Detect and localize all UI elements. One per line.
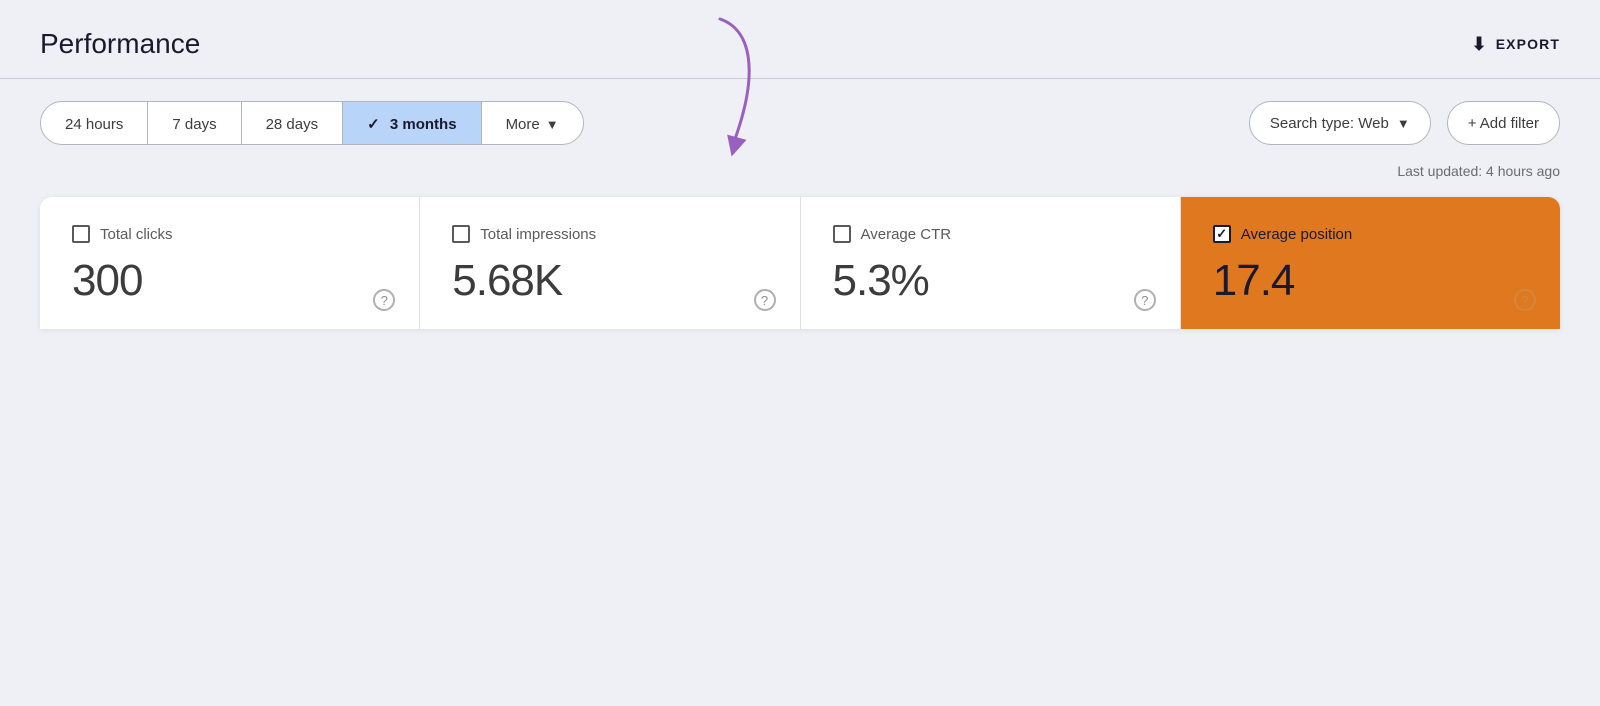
metric-value-clicks: 300 xyxy=(72,257,387,305)
metric-label-position: Average position xyxy=(1241,226,1352,243)
export-icon: ⬇ xyxy=(1472,34,1488,55)
time-btn-24h[interactable]: 24 hours xyxy=(41,102,148,145)
export-button[interactable]: ⬇ EXPORT xyxy=(1472,34,1561,55)
checkbox-average-ctr[interactable] xyxy=(833,225,851,243)
metric-value-ctr: 5.3% xyxy=(833,257,1148,305)
metric-card-average-position: Average position 17.4 ? xyxy=(1181,197,1560,329)
header: Performance ⬇ EXPORT xyxy=(0,0,1600,78)
time-btn-7d[interactable]: 7 days xyxy=(148,102,241,145)
page-title: Performance xyxy=(40,28,200,60)
export-label: EXPORT xyxy=(1496,36,1560,52)
search-type-button[interactable]: Search type: Web ▼ xyxy=(1249,101,1431,145)
chevron-down-icon: ▼ xyxy=(546,117,559,132)
chevron-down-icon: ▼ xyxy=(1397,116,1410,131)
metrics-row: Total clicks 300 ? Total impressions 5.6… xyxy=(40,197,1560,329)
add-filter-button[interactable]: + Add filter xyxy=(1447,101,1560,145)
time-btn-more[interactable]: More ▼ xyxy=(482,102,583,145)
metric-value-position: 17.4 xyxy=(1213,257,1528,305)
metric-value-impressions: 5.68K xyxy=(452,257,767,305)
time-filter-group: 24 hours 7 days 28 days ✓ 3 months More … xyxy=(40,101,584,145)
filters-row: 24 hours 7 days 28 days ✓ 3 months More … xyxy=(0,79,1600,163)
help-icon-clicks[interactable]: ? xyxy=(373,289,395,311)
metric-header-position: Average position xyxy=(1213,225,1528,243)
help-icon-impressions[interactable]: ? xyxy=(754,289,776,311)
metric-label-ctr: Average CTR xyxy=(861,226,952,243)
help-icon-position[interactable]: ? xyxy=(1514,289,1536,311)
metric-label-impressions: Total impressions xyxy=(480,226,596,243)
metric-header-ctr: Average CTR xyxy=(833,225,1148,243)
time-btn-3m[interactable]: ✓ 3 months xyxy=(343,102,481,145)
help-icon-ctr[interactable]: ? xyxy=(1134,289,1156,311)
checkbox-total-impressions[interactable] xyxy=(452,225,470,243)
checkbox-total-clicks[interactable] xyxy=(72,225,90,243)
metric-label-clicks: Total clicks xyxy=(100,226,173,243)
time-btn-28d[interactable]: 28 days xyxy=(242,102,344,145)
filters-section: 24 hours 7 days 28 days ✓ 3 months More … xyxy=(0,79,1600,163)
metric-card-average-ctr: Average CTR 5.3% ? xyxy=(801,197,1181,329)
checkmark-icon: ✓ xyxy=(367,116,380,133)
metric-header-impressions: Total impressions xyxy=(452,225,767,243)
last-updated-text: Last updated: 4 hours ago xyxy=(1397,163,1560,179)
metric-card-total-clicks: Total clicks 300 ? xyxy=(40,197,420,329)
checkbox-average-position[interactable] xyxy=(1213,225,1231,243)
right-filters: Search type: Web ▼ + Add filter xyxy=(1249,101,1560,145)
metric-header-clicks: Total clicks xyxy=(72,225,387,243)
metric-card-total-impressions: Total impressions 5.68K ? xyxy=(420,197,800,329)
page: Performance ⬇ EXPORT 24 hours xyxy=(0,0,1600,706)
last-updated-row: Last updated: 4 hours ago xyxy=(0,163,1600,197)
